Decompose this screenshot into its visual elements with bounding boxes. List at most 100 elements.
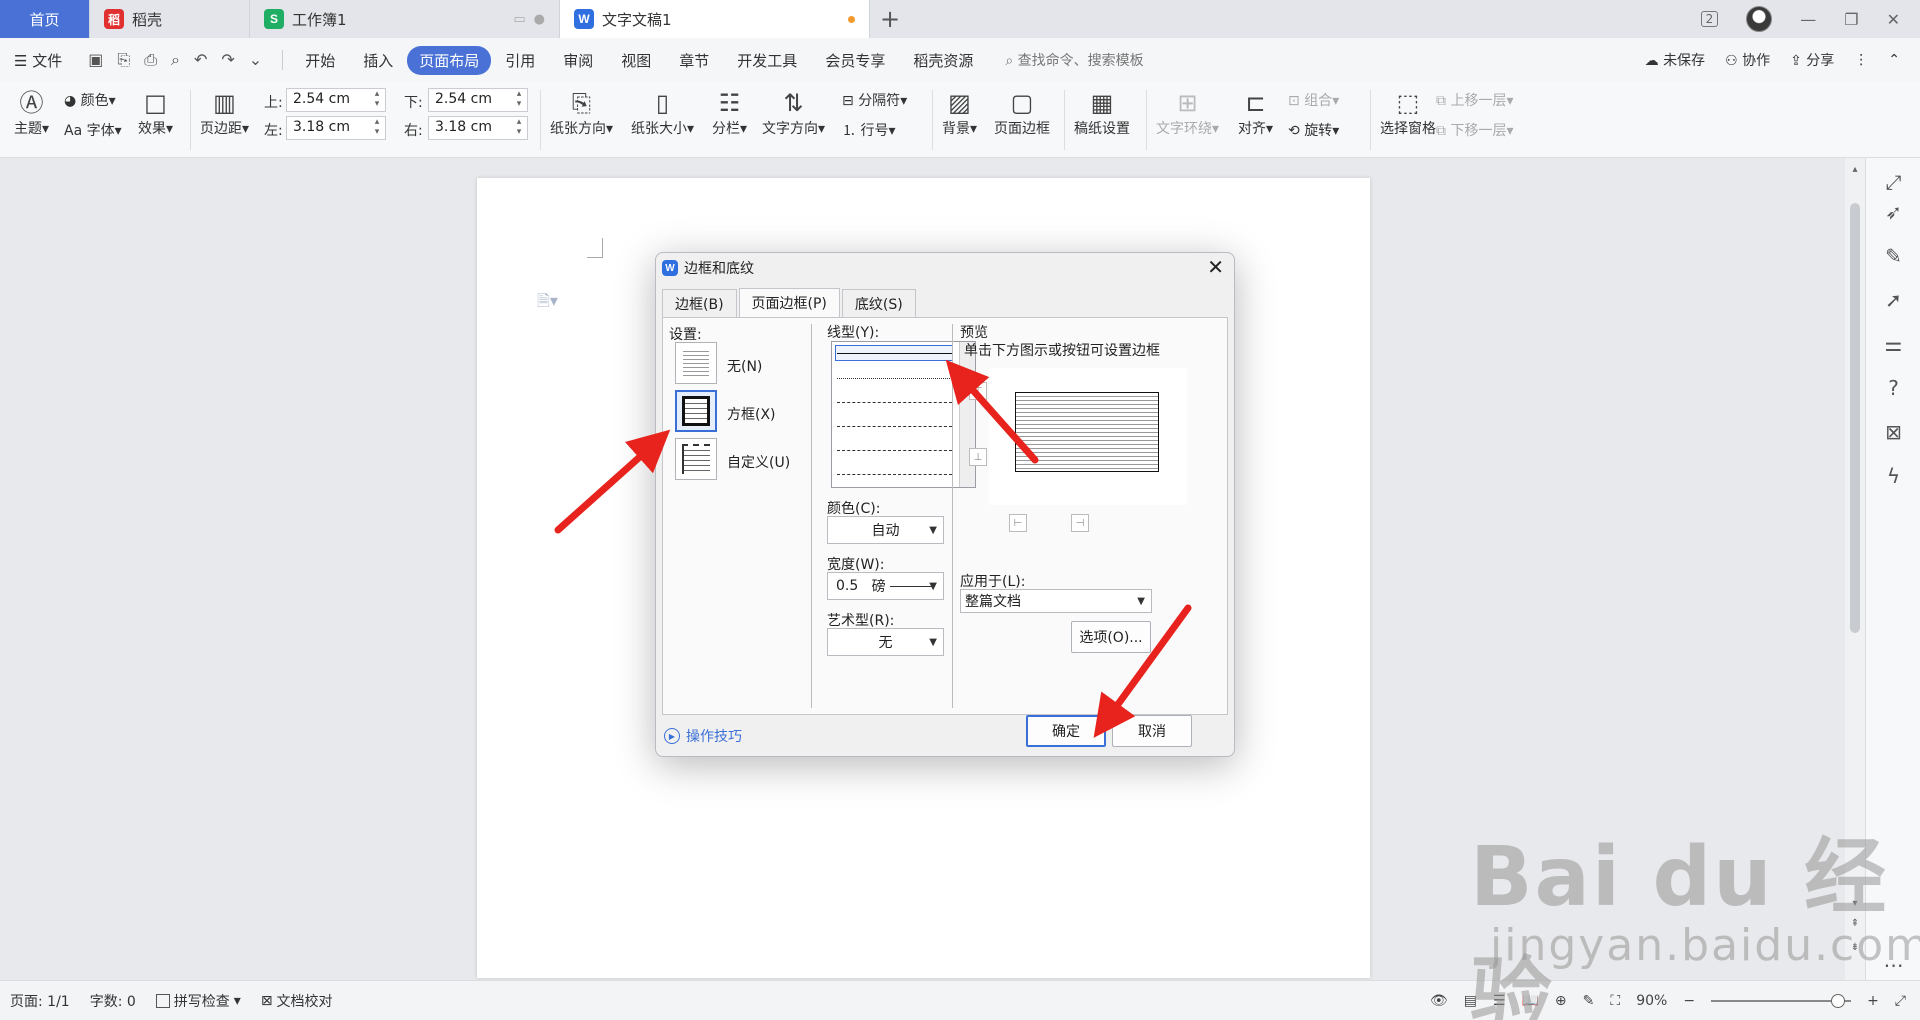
ok-button[interactable]: 确定	[1026, 715, 1106, 747]
tab-daoke[interactable]: 稻 稻壳	[90, 0, 250, 38]
color-select[interactable]: 自动 ▼	[827, 516, 944, 544]
columns-button[interactable]: ☷ 分栏▾	[712, 88, 747, 138]
tab-page-border[interactable]: 页面边框(P)	[738, 288, 840, 319]
menu-daoke-resources[interactable]: 稻壳资源	[899, 50, 987, 71]
background-button[interactable]: ▨ 背景▾	[942, 88, 977, 138]
menu-references[interactable]: 引用	[491, 50, 549, 71]
line-style-dotted[interactable]	[837, 378, 952, 379]
tab-workbook[interactable]: S 工作簿1 ▭ ●	[250, 0, 560, 38]
window-count-badge[interactable]: 2	[1700, 11, 1719, 27]
command-search[interactable]: ⌕ 查找命令、搜索模板	[1005, 50, 1143, 70]
spell-check-toggle[interactable]: 拼写检查 ▾	[155, 991, 241, 1011]
unsaved-button[interactable]: ☁ 未保存	[1645, 50, 1705, 70]
menu-start[interactable]: 开始	[291, 50, 349, 71]
close-icon[interactable]: ✕	[1207, 255, 1224, 279]
paragraph-icon[interactable]: 🗎▾	[537, 290, 558, 317]
line-style-dashed[interactable]	[837, 402, 952, 403]
setting-custom-icon[interactable]	[675, 438, 717, 480]
width-select[interactable]: 0.5 磅 ▼	[827, 572, 944, 600]
close-icon[interactable]: ✕	[1887, 10, 1900, 29]
expand-icon[interactable]: ⤢	[1866, 170, 1920, 194]
word-count[interactable]: 字数: 0	[90, 991, 136, 1011]
line-style-dash-dot[interactable]	[837, 450, 952, 451]
page-border-button[interactable]: ▢ 页面边框	[994, 88, 1050, 138]
help-icon[interactable]: ?	[1866, 376, 1920, 400]
tips-link[interactable]: ▶ 操作技巧	[664, 726, 742, 746]
color-button[interactable]: ◕ 颜色▾	[64, 90, 116, 110]
line-style-list[interactable]	[831, 341, 976, 488]
menu-insert[interactable]: 插入	[349, 50, 407, 71]
eye-icon[interactable]: 👁	[1430, 993, 1448, 1009]
collab-button[interactable]: ⚇ 协作	[1725, 50, 1770, 70]
art-select[interactable]: 无 ▼	[827, 628, 944, 656]
tab-borders[interactable]: 边框(B)	[662, 289, 737, 320]
top-margin-input[interactable]: 2.54 cm	[286, 88, 386, 112]
redo-icon[interactable]: ↷	[221, 50, 234, 70]
breaks-button[interactable]: ⊟ 分隔符▾	[842, 90, 907, 110]
right-margin-input[interactable]: 3.18 cm	[428, 116, 528, 140]
cursor-icon[interactable]: ➚	[1866, 288, 1920, 312]
close-dot-icon[interactable]: ●	[534, 12, 545, 27]
line-style-long-dash[interactable]	[837, 426, 952, 427]
text-direction-button[interactable]: ⇅ 文字方向▾	[762, 88, 825, 138]
scroll-thumb[interactable]	[1850, 203, 1860, 633]
setting-none-label[interactable]: 无(N)	[727, 356, 762, 376]
menu-view[interactable]: 视图	[607, 50, 665, 71]
bottom-margin-input[interactable]: 2.54 cm	[428, 88, 528, 112]
adjust-icon[interactable]: ⚌	[1866, 332, 1920, 356]
menu-section[interactable]: 章节	[665, 50, 723, 71]
rocket-icon[interactable]: ➶	[1866, 200, 1920, 224]
font-button[interactable]: Aa 字体▾	[64, 120, 122, 140]
monitor-icon[interactable]: ▭	[513, 12, 525, 27]
image-tool-icon[interactable]: ⊠	[1866, 420, 1920, 444]
tab-document[interactable]: W 文字文稿1	[560, 0, 870, 38]
more-icon[interactable]: ⋮	[1854, 52, 1868, 68]
pen-icon[interactable]: ✎	[1866, 244, 1920, 268]
setting-none-icon[interactable]	[675, 342, 717, 384]
preview-page[interactable]	[1015, 392, 1159, 472]
menu-developer[interactable]: 开发工具	[723, 50, 811, 71]
scroll-up-icon[interactable]: ▴	[1845, 164, 1865, 175]
left-margin-input[interactable]: 3.18 cm	[286, 116, 386, 140]
menu-page-layout[interactable]: 页面布局	[407, 45, 492, 75]
cancel-button[interactable]: 取消	[1112, 715, 1192, 747]
line-style-solid[interactable]	[837, 353, 952, 354]
selection-pane-button[interactable]: ⬚ 选择窗格	[1380, 88, 1436, 138]
setting-box-icon[interactable]	[675, 390, 717, 432]
border-left-toggle-icon[interactable]: ⊢	[1009, 514, 1027, 532]
border-top-toggle-icon[interactable]: ⊤	[969, 382, 987, 400]
new-tab-button[interactable]: +	[870, 0, 910, 38]
line-style-dash-dot-dot[interactable]	[837, 474, 952, 475]
share-button[interactable]: ⇪ 分享	[1790, 50, 1834, 70]
more-chevron-icon[interactable]: ⌄	[249, 50, 262, 70]
save-icon[interactable]: ▣	[88, 50, 103, 70]
file-menu[interactable]: ☰ 文件	[0, 50, 76, 71]
setting-box-label[interactable]: 方框(X)	[727, 404, 776, 424]
dialog-titlebar[interactable]: W 边框和底纹	[656, 253, 1234, 283]
border-bottom-toggle-icon[interactable]: ⊥	[969, 448, 987, 466]
print-preview-icon[interactable]: ⌕	[171, 50, 180, 70]
page-count[interactable]: 页面: 1/1	[10, 991, 70, 1011]
restore-icon[interactable]: ❐	[1844, 10, 1858, 29]
export-icon[interactable]: ⎘	[117, 50, 130, 70]
apply-to-select[interactable]: 整篇文档 ▼	[960, 589, 1152, 613]
margins-button[interactable]: ▥ 页边距▾	[200, 88, 249, 138]
theme-button[interactable]: Ⓐ 主题▾	[14, 88, 49, 138]
bolt-icon[interactable]: ϟ	[1866, 464, 1920, 488]
border-right-toggle-icon[interactable]: ⊣	[1071, 514, 1089, 532]
align-button[interactable]: ⊏ 对齐▾	[1238, 88, 1273, 138]
proofread-button[interactable]: ⊠ 文档校对	[261, 991, 333, 1011]
menu-review[interactable]: 审阅	[549, 50, 607, 71]
undo-icon[interactable]: ↶	[194, 50, 207, 70]
tab-home[interactable]: 首页	[0, 0, 90, 38]
manuscript-button[interactable]: ▦ 稿纸设置	[1074, 88, 1130, 138]
line-numbers-button[interactable]: ⒈ 行号▾	[842, 120, 895, 140]
tab-shading[interactable]: 底纹(S)	[841, 289, 916, 320]
avatar[interactable]	[1746, 6, 1773, 32]
rotate-button[interactable]: ⟲ 旋转▾	[1288, 120, 1339, 140]
border-preview[interactable]	[989, 368, 1187, 505]
minimize-icon[interactable]: —	[1800, 10, 1816, 29]
print-icon[interactable]: ⎙	[144, 50, 157, 70]
orientation-button[interactable]: ⎘ 纸张方向▾	[550, 88, 613, 138]
effect-button[interactable]: □ 效果▾	[138, 88, 173, 138]
